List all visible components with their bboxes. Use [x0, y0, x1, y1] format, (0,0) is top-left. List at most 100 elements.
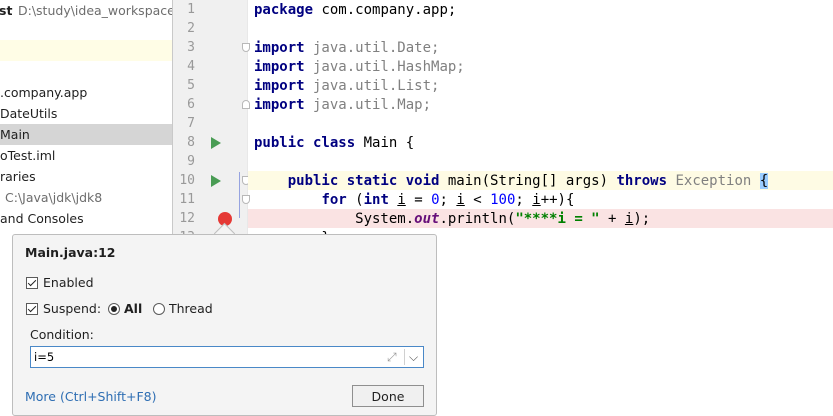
- line-number[interactable]: 12: [175, 209, 195, 228]
- code-token: <: [464, 192, 491, 208]
- tree-item-label: .company.app: [0, 85, 88, 100]
- run-class-icon[interactable]: [211, 137, 221, 149]
- code-line: import java.util.Map;: [254, 96, 431, 115]
- more-link[interactable]: More (Ctrl+Shift+F8): [25, 389, 156, 404]
- code-token: );: [633, 211, 651, 227]
- code-token: com.company.app;: [313, 2, 457, 18]
- line-number[interactable]: 7: [175, 114, 195, 133]
- condition-input[interactable]: [34, 348, 374, 365]
- suspend-thread-radio[interactable]: [153, 303, 165, 315]
- code-token: package: [254, 2, 314, 18]
- code-token: throws: [616, 173, 668, 189]
- line-number[interactable]: 11: [175, 190, 195, 209]
- suspend-checkbox[interactable]: [26, 303, 38, 315]
- fold-imports-icon[interactable]: [242, 43, 250, 52]
- code-token: for: [321, 192, 347, 208]
- suspend-thread-label[interactable]: Thread: [169, 301, 213, 316]
- code-token: java.util.HashMap;: [304, 59, 465, 75]
- code-token: java.util.Date;: [304, 40, 440, 56]
- tree-item-package[interactable]: .company.app: [0, 82, 172, 103]
- expand-editor-icon[interactable]: ⤢: [387, 350, 397, 364]
- code-line: import java.util.Date;: [254, 39, 439, 58]
- line-number[interactable]: 4: [175, 57, 195, 76]
- breakpoint-properties-popup: Main.java:12 Enabled Suspend: All Thread…: [12, 234, 437, 416]
- code-line: System.out.println("****i = " + i);: [254, 210, 650, 229]
- line-number[interactable]: 2: [175, 19, 195, 38]
- code-token: public class: [254, 135, 356, 151]
- condition-field[interactable]: ⤢ ⌵: [30, 346, 424, 368]
- tree-item-jdk[interactable]: C:\Java\jdk\jdk8: [0, 187, 172, 208]
- code-token: import: [254, 78, 305, 94]
- suspend-all-radio[interactable]: [108, 303, 120, 315]
- tree-item-label: and Consoles: [0, 211, 84, 226]
- code-token: "****i = ": [515, 211, 600, 227]
- code-token: out: [414, 211, 440, 227]
- unfold-imports-icon[interactable]: [242, 100, 250, 109]
- chevron-down-icon[interactable]: ⌵: [409, 347, 418, 367]
- code-token: int: [363, 192, 389, 208]
- code-line: import java.util.List;: [254, 77, 439, 96]
- tree-item-libraries[interactable]: raries: [0, 166, 172, 187]
- code-token: public static void: [287, 173, 440, 189]
- code-token: (: [346, 192, 364, 208]
- line-number[interactable]: 1: [175, 0, 195, 19]
- suspend-label[interactable]: Suspend:: [43, 301, 101, 316]
- code-token: 100: [490, 192, 516, 208]
- enabled-label[interactable]: Enabled: [43, 275, 94, 290]
- code-token: java.util.List;: [304, 78, 440, 94]
- code-token: Exception: [675, 173, 752, 189]
- tree-item-label: DateUtils: [0, 106, 58, 121]
- tree-item-dateutils[interactable]: DateUtils: [0, 103, 172, 124]
- tree-item-iml[interactable]: oTest.iml: [0, 145, 172, 166]
- code-token: .println(: [439, 211, 516, 227]
- line-number[interactable]: 5: [175, 76, 195, 95]
- project-root-row[interactable]: st D:\study\idea_workspace\: [0, 0, 172, 21]
- code-token: import: [254, 59, 305, 75]
- tree-item-label: oTest.iml: [0, 148, 56, 163]
- tree-item-scratches[interactable]: and Consoles: [0, 208, 172, 229]
- code-token: main(String[] args): [439, 173, 617, 189]
- code-token: =: [405, 192, 432, 208]
- line-number[interactable]: 3: [175, 38, 195, 57]
- tree-item-label: raries: [0, 169, 36, 184]
- code-line: package com.company.app;: [254, 1, 456, 20]
- popup-title: Main.java:12: [25, 245, 116, 260]
- line-number[interactable]: 6: [175, 95, 195, 114]
- enabled-checkbox[interactable]: [26, 277, 38, 289]
- code-token: java.util.Map;: [304, 97, 432, 113]
- code-token: ;: [515, 192, 533, 208]
- project-root-path: D:\study\idea_workspace\: [18, 3, 172, 18]
- code-token: 0: [431, 192, 440, 208]
- done-button[interactable]: Done: [352, 385, 424, 407]
- code-token: import: [254, 97, 305, 113]
- code-token: Main {: [355, 135, 415, 151]
- line-number[interactable]: 8: [175, 133, 195, 152]
- code-token: i: [456, 192, 465, 208]
- condition-label: Condition:: [30, 327, 94, 342]
- code-line: public class Main {: [254, 134, 414, 153]
- tree-item-main[interactable]: Main: [0, 124, 172, 145]
- tree-row-highlighted[interactable]: [0, 40, 172, 61]
- run-main-icon[interactable]: [211, 175, 221, 187]
- code-line: import java.util.HashMap;: [254, 58, 465, 77]
- project-root-label: st: [0, 3, 13, 18]
- code-token: +: [599, 211, 625, 227]
- tree-item-path: C:\Java\jdk\jdk8: [5, 190, 103, 205]
- code-token: System.: [254, 211, 415, 227]
- vcs-change-marker: [239, 172, 240, 218]
- code-token: {: [759, 173, 769, 189]
- code-line: for (int i = 0; i < 100; i++){: [254, 191, 574, 210]
- fold-loop-icon[interactable]: [242, 195, 250, 204]
- tree-item-label: Main: [0, 127, 30, 142]
- suspend-all-label[interactable]: All: [124, 301, 142, 316]
- code-token: ++){: [540, 192, 575, 208]
- dropdown-separator: [404, 349, 405, 365]
- code-token: i: [397, 192, 406, 208]
- line-number[interactable]: 10: [175, 171, 195, 190]
- code-token: i: [532, 192, 541, 208]
- code-token: import: [254, 40, 305, 56]
- line-number[interactable]: 9: [175, 152, 195, 171]
